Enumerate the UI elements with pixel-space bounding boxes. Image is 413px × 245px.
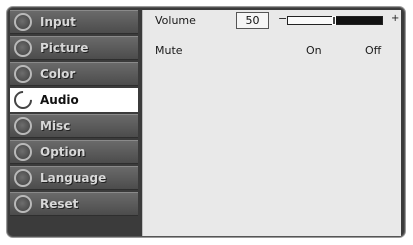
menu-item-label: Color xyxy=(40,67,76,81)
ring-icon xyxy=(14,143,32,161)
menu-item-label: Picture xyxy=(40,41,89,55)
menu-item-option[interactable]: Option xyxy=(10,140,138,164)
menu-item-audio[interactable]: Audio xyxy=(10,87,138,113)
menu-item-picture[interactable]: Picture xyxy=(10,36,138,60)
mute-on-option[interactable]: On xyxy=(306,44,322,57)
menu-item-label: Misc xyxy=(40,119,71,133)
menu-item-label: Reset xyxy=(40,197,79,211)
ring-icon xyxy=(14,117,32,135)
ring-icon xyxy=(14,169,32,187)
menu-item-label: Option xyxy=(40,145,86,159)
menu-item-language[interactable]: Language xyxy=(10,166,138,190)
menu-item-label: Audio xyxy=(40,93,79,107)
volume-increase-button[interactable]: + xyxy=(391,13,399,24)
menu-item-misc[interactable]: Misc xyxy=(10,114,138,138)
ring-icon xyxy=(14,65,32,83)
volume-value: 50 xyxy=(236,12,269,29)
menu-item-reset[interactable]: Reset xyxy=(10,192,138,216)
menu-item-label: Input xyxy=(40,15,76,29)
mute-label: Mute xyxy=(155,44,183,57)
ring-icon xyxy=(14,39,32,57)
volume-label: Volume xyxy=(155,14,196,27)
ring-icon xyxy=(14,13,32,31)
volume-slider[interactable] xyxy=(287,16,383,25)
volume-slider-thumb[interactable] xyxy=(332,16,336,25)
osd-menu-sidebar: Input Picture Color Audio Misc Option La… xyxy=(10,10,138,236)
ring-icon xyxy=(14,195,32,213)
mute-off-option[interactable]: Off xyxy=(365,44,381,57)
volume-decrease-button[interactable]: − xyxy=(278,12,287,25)
audio-settings-panel: Volume 50 − + Mute On Off xyxy=(142,10,401,236)
menu-item-label: Language xyxy=(40,171,107,185)
menu-item-color[interactable]: Color xyxy=(10,62,138,86)
open-ring-icon xyxy=(10,87,36,113)
volume-slider-fill xyxy=(335,17,382,24)
menu-item-input[interactable]: Input xyxy=(10,10,138,34)
